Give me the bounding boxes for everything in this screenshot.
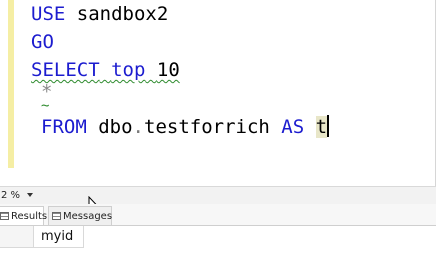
syntax-error-squiggle: ~: [41, 98, 50, 114]
editor-status-bar: 2 %: [0, 186, 436, 204]
zoom-dropdown[interactable]: 2 %: [0, 188, 34, 203]
keyword-go: GO: [31, 31, 54, 53]
results-tab-strip: Results Messages: [0, 204, 436, 226]
keyword-top: top: [111, 59, 146, 81]
keyword-from: FROM: [41, 116, 87, 138]
keyword-as: AS: [281, 116, 305, 138]
chevron-down-icon: [27, 193, 33, 197]
table-name: testforrich: [144, 116, 270, 138]
messages-icon: [52, 212, 61, 220]
tab-results-label: Results: [11, 211, 48, 222]
table-alias: t: [315, 116, 328, 138]
grid-corner-cell[interactable]: [0, 226, 34, 248]
grid-icon: [0, 212, 9, 220]
code-line-1[interactable]: USE sandbox2: [31, 0, 168, 28]
code-line-5[interactable]: FROM dbo.testforrich AS t: [41, 113, 330, 141]
zoom-value: 2 %: [1, 190, 21, 201]
column-header[interactable]: myid: [34, 226, 84, 248]
database-name: sandbox2: [76, 3, 169, 25]
tab-messages[interactable]: Messages: [48, 206, 112, 225]
top-count: 10: [156, 59, 180, 81]
keyword-use: USE: [31, 3, 66, 25]
code-line-2[interactable]: GO: [31, 28, 54, 56]
code-line-3[interactable]: SELECT top 10: [31, 56, 180, 84]
dot-separator: .: [132, 116, 144, 138]
text-caret: [327, 115, 330, 137]
tab-messages-label: Messages: [63, 211, 113, 222]
change-tracking-bar: [8, 0, 14, 168]
tab-results[interactable]: Results: [0, 206, 48, 225]
schema-name: dbo: [98, 116, 133, 138]
query-editor[interactable]: USE sandbox2 GO SELECT top 10 * ~ FROM d…: [0, 0, 436, 186]
results-grid[interactable]: myid: [0, 226, 436, 267]
